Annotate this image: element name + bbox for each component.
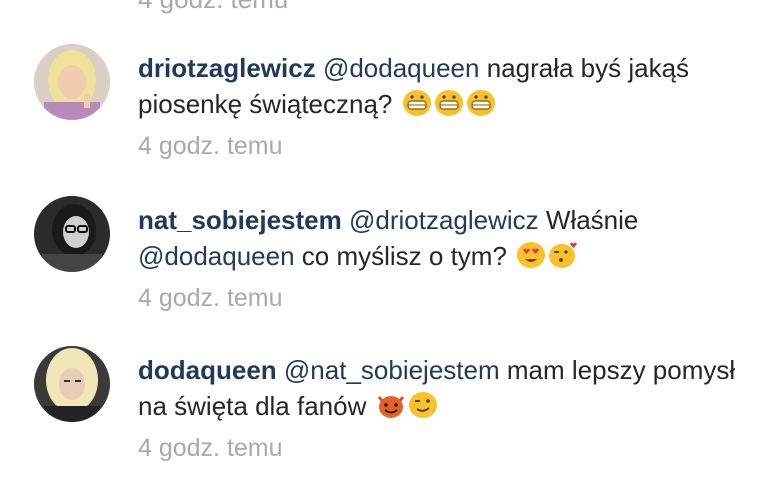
avatar[interactable] [34,196,110,272]
comment-timestamp: 4 godz. temu [138,434,283,462]
previous-comment-timestamp: 4 godz. temu [138,0,288,15]
winking-face-icon [408,391,438,419]
comment-mention[interactable]: @dodaqueen [323,53,480,83]
grinning-face-icon [466,89,496,117]
comment-mention-second[interactable]: @dodaqueen [138,241,295,271]
comment-timestamp: 4 godz. temu [138,132,283,160]
comment-text-second: co myślisz o tym? [301,241,507,271]
comment-mention[interactable]: @nat_sobiejestem [284,355,500,385]
comment-mention[interactable]: @driotzaglewicz [349,205,539,235]
comment-text: Właśnie [545,205,639,235]
heart-eyes-face-icon [516,241,546,269]
comment-timestamp: 4 godz. temu [138,284,283,312]
avatar[interactable] [34,346,110,422]
grinning-face-icon [434,89,464,117]
comment-username[interactable]: nat_sobiejestem [138,205,342,235]
smiling-devil-icon [376,391,406,419]
comment-username[interactable]: dodaqueen [138,355,277,385]
grinning-face-icon [402,89,432,117]
avatar[interactable] [34,44,110,120]
comment-username[interactable]: driotzaglewicz [138,53,316,83]
kissing-heart-face-icon [548,241,578,269]
